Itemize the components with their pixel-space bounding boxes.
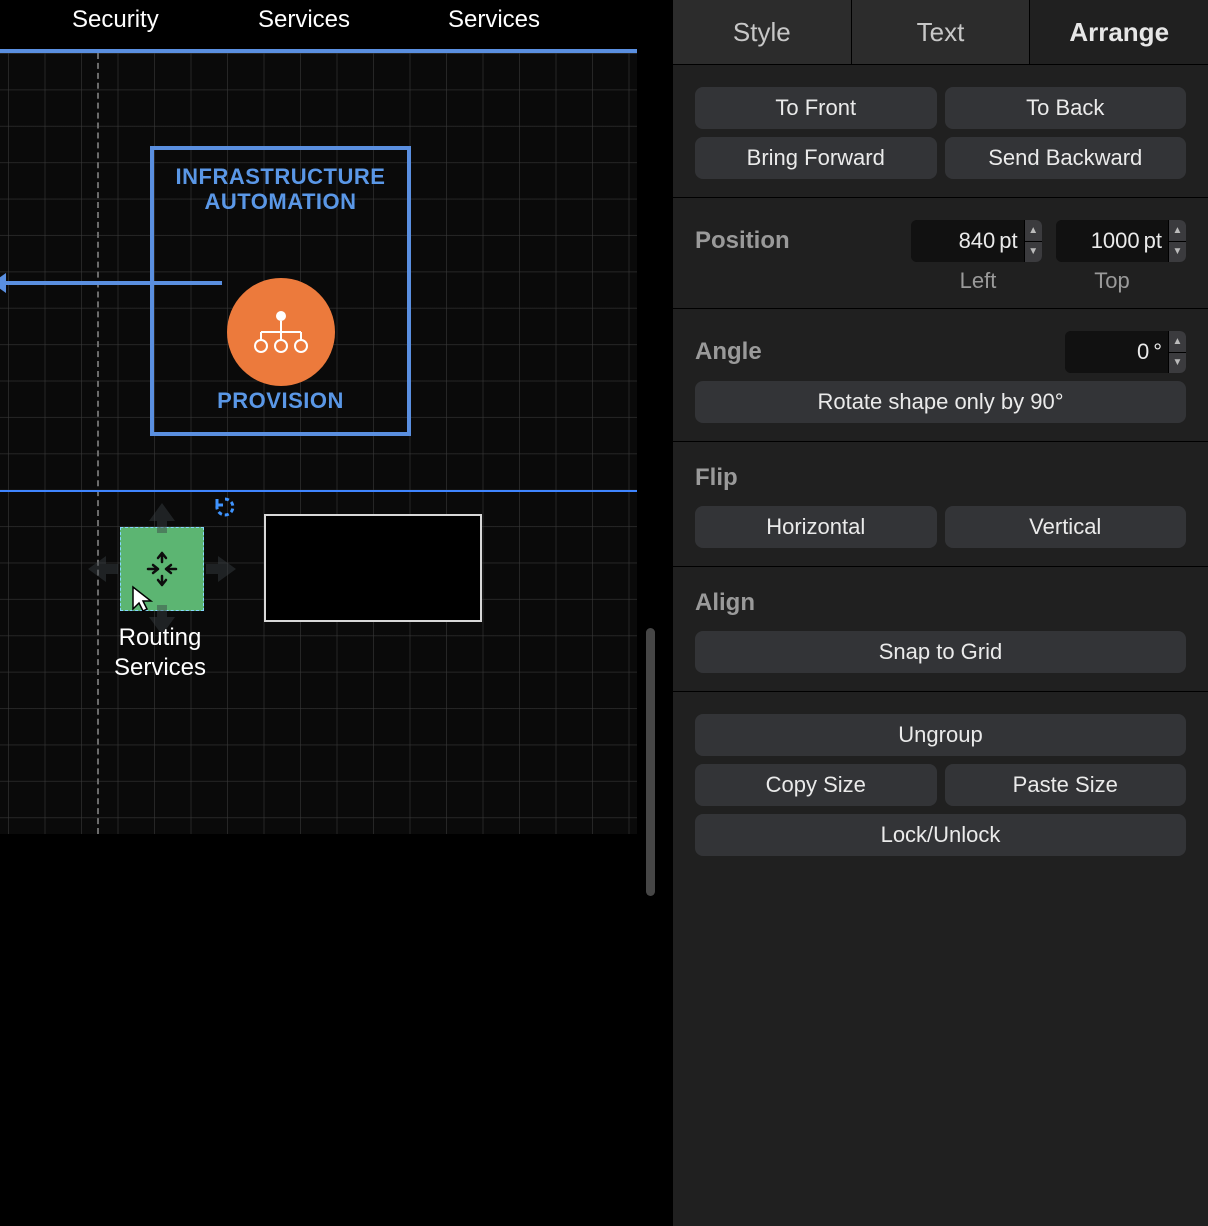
paste-size-button[interactable]: Paste Size [945,764,1187,806]
infra-box-subtitle: PROVISION [154,388,407,414]
routing-services-node[interactable] [120,527,204,611]
inspector-panel: Style Text Arrange To Front To Back Brin… [672,0,1208,1226]
routing-services-label: Routing Services [60,623,260,683]
align-label: Align [695,589,1186,617]
rotate-90-button[interactable]: Rotate shape only by 90° [695,381,1186,423]
angle-step-up[interactable]: ▲ [1169,331,1186,353]
position-top-unit: pt [1144,228,1168,254]
rotate-handle[interactable] [214,496,236,524]
position-left-stepper[interactable]: pt ▲ ▼ [911,220,1041,262]
tab-text[interactable]: Text [852,0,1031,64]
vertical-page-guide [97,53,99,834]
canvas-area[interactable]: Security Services Services INFRASTRUCTUR… [0,0,659,1226]
move-handle-right[interactable] [203,551,239,587]
infrastructure-automation-container[interactable]: INFRASTRUCTURE AUTOMATION PROVISION [150,146,411,436]
section-group: Ungroup Copy Size Paste Size Lock/Unlock [673,691,1208,874]
position-left-input[interactable] [911,220,999,262]
position-left-step-up[interactable]: ▲ [1025,220,1042,242]
flip-horizontal-button[interactable]: Horizontal [695,506,937,548]
section-angle: Angle ° ▲ ▼ Rotate shape only by 90° [673,308,1208,441]
angle-label: Angle [695,338,1051,366]
bring-forward-button[interactable]: Bring Forward [695,137,937,179]
position-top-sublabel: Top [1072,268,1152,294]
ungroup-button[interactable]: Ungroup [695,714,1186,756]
lock-unlock-button[interactable]: Lock/Unlock [695,814,1186,856]
tab-arrange[interactable]: Arrange [1030,0,1208,64]
routing-icon [142,549,182,589]
send-backward-button[interactable]: Send Backward [945,137,1187,179]
position-left-unit: pt [999,228,1023,254]
section-order: To Front To Back Bring Forward Send Back… [673,64,1208,197]
angle-unit: ° [1153,339,1168,365]
provision-node[interactable] [227,278,335,386]
move-handle-left[interactable] [85,551,121,587]
angle-input[interactable] [1065,331,1153,373]
column-header-security: Security [72,6,159,34]
section-align: Align Snap to Grid [673,566,1208,691]
hierarchy-icon [249,308,313,356]
horizontal-alignment-guide [0,490,637,492]
copy-size-button[interactable]: Copy Size [695,764,937,806]
angle-stepper[interactable]: ° ▲ ▼ [1065,331,1186,373]
column-header-services-2: Services [448,6,540,34]
arrow-left-icon [88,556,118,582]
position-left-step-down[interactable]: ▼ [1025,242,1042,263]
to-back-button[interactable]: To Back [945,87,1187,129]
column-header-services-1: Services [258,6,350,34]
inspector-tabs: Style Text Arrange [673,0,1208,64]
flip-vertical-button[interactable]: Vertical [945,506,1187,548]
rotate-icon [214,496,236,518]
position-top-input[interactable] [1056,220,1144,262]
position-top-step-down[interactable]: ▼ [1169,242,1186,263]
flip-label: Flip [695,464,1186,492]
empty-shape[interactable] [264,514,482,622]
to-front-button[interactable]: To Front [695,87,937,129]
arrow-right-icon [206,556,236,582]
position-top-stepper[interactable]: pt ▲ ▼ [1056,220,1186,262]
canvas-scrollbar-thumb[interactable] [646,628,655,896]
app-root: Security Services Services INFRASTRUCTUR… [0,0,1208,1226]
arrow-up-icon [149,503,175,533]
column-headers: Security Services Services [0,0,637,55]
snap-to-grid-button[interactable]: Snap to Grid [695,631,1186,673]
infra-box-title: INFRASTRUCTURE AUTOMATION [154,164,407,215]
canvas-grid[interactable]: INFRASTRUCTURE AUTOMATION PROVISION [0,53,637,834]
position-left-sublabel: Left [938,268,1018,294]
section-position: Position pt ▲ ▼ pt ▲ ▼ [673,197,1208,308]
move-handle-up[interactable] [144,500,180,536]
angle-step-down[interactable]: ▼ [1169,353,1186,374]
position-label: Position [695,227,897,255]
position-top-step-up[interactable]: ▲ [1169,220,1186,242]
tab-style[interactable]: Style [673,0,852,64]
section-flip: Flip Horizontal Vertical [673,441,1208,566]
